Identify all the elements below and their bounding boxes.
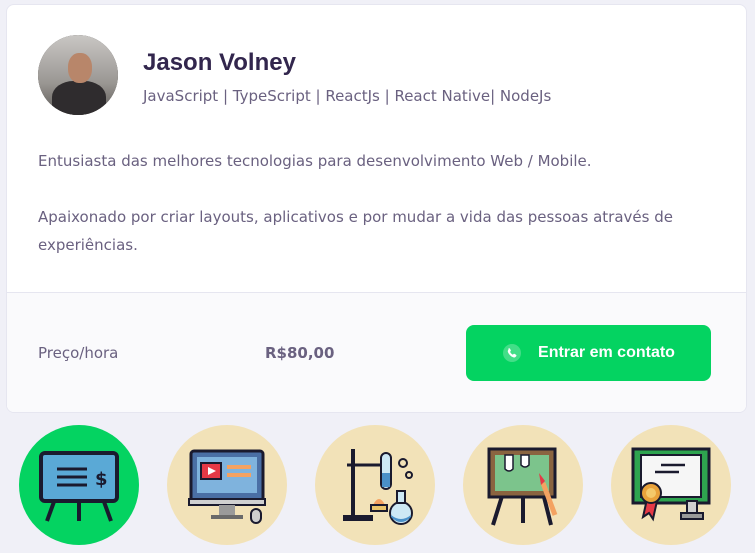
- teacher-identity: Jason Volney JavaScript | TypeScript | R…: [143, 45, 551, 105]
- svg-text:$: $: [95, 469, 108, 490]
- subject-computer[interactable]: [167, 425, 287, 545]
- teacher-bio: Entusiasta das melhores tecnologias para…: [38, 147, 698, 287]
- chemistry-lab-icon: [343, 449, 413, 525]
- teacher-name: Jason Volney: [143, 49, 296, 76]
- certificate-icon: [631, 447, 711, 522]
- subject-chemistry[interactable]: [315, 425, 435, 545]
- presentation-board-icon: $: [39, 451, 119, 522]
- subject-certificate[interactable]: [611, 425, 731, 545]
- teacher-stack: JavaScript | TypeScript | ReactJs | Reac…: [143, 87, 552, 105]
- subject-presentation[interactable]: $: [19, 425, 139, 545]
- whatsapp-icon: [503, 344, 522, 362]
- avatar: [38, 35, 118, 115]
- computer-monitor-icon: [188, 449, 266, 524]
- teacher-card: Jason Volney JavaScript | TypeScript | R…: [6, 4, 747, 413]
- contact-button-label: Entrar em contato: [538, 344, 675, 361]
- contact-button[interactable]: Entrar em contato: [466, 325, 711, 381]
- price-value: R$80,00: [265, 344, 335, 362]
- subject-icons-row: $: [0, 425, 755, 553]
- bio-paragraph: Apaixonado por criar layouts, aplicativo…: [38, 208, 673, 254]
- price-label: Preço/hora: [38, 344, 119, 362]
- subject-art[interactable]: [463, 425, 583, 545]
- painting-easel-icon: [487, 447, 558, 526]
- teacher-header: Jason Volney JavaScript | TypeScript | R…: [38, 35, 551, 115]
- card-footer: Preço/hora R$80,00 Entrar em contato: [7, 292, 746, 412]
- bio-paragraph: Entusiasta das melhores tecnologias para…: [38, 152, 592, 170]
